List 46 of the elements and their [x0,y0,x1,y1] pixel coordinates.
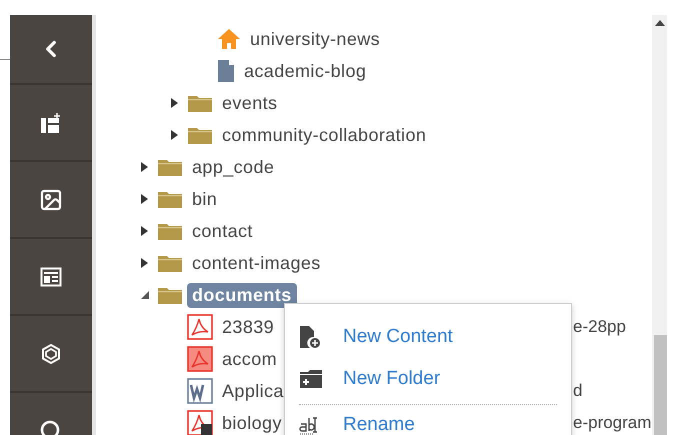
menu-item[interactable]: New Folder [285,358,571,400]
expand-caret-icon[interactable] [141,258,149,268]
form-icon [40,266,62,286]
folder-icon [157,189,183,209]
tree-item[interactable]: university-news [245,26,386,52]
tree-item-tail: d [573,381,582,401]
scrollbar[interactable] [652,15,667,435]
folder-icon [157,157,183,177]
folder-icon [157,221,183,241]
tree-item[interactable]: 23839 [217,314,280,340]
pdf-icon [187,314,213,340]
folder-icon [157,285,183,305]
tree-item-tail: e-28pp [573,317,626,337]
menu-item[interactable]: New Content [285,316,571,358]
scroll-thumb[interactable] [654,335,667,435]
expand-caret-icon[interactable] [141,226,149,236]
menu-item[interactable]: Rename [299,404,557,435]
expand-caret-icon[interactable] [141,162,149,172]
expand-caret-icon[interactable] [141,290,149,300]
folder-icon [187,125,213,145]
expand-caret-icon[interactable] [171,98,179,108]
tree-item[interactable]: events [217,90,282,116]
pdf-icon [187,346,213,372]
tree-item[interactable]: accom [217,346,282,372]
tree-item[interactable]: content-images [187,250,326,276]
new-document-icon [299,325,321,349]
tree-item[interactable]: bin [187,186,222,212]
tree-item-tail: e-program [573,413,652,433]
box-icon [40,342,62,364]
tree-item[interactable]: documents [187,282,297,308]
folder-icon [157,253,183,273]
expand-caret-icon[interactable] [171,130,179,140]
document-icon [217,59,235,83]
add-page-icon [40,112,62,134]
tree-item[interactable]: community-collaboration [217,122,432,148]
image-icon [39,188,63,212]
tree-item[interactable]: academic-blog [239,58,372,84]
tree-item[interactable]: app_code [187,154,280,180]
folder-icon [187,93,213,113]
home-icon [217,28,241,50]
tree-item[interactable]: contact [187,218,258,244]
tree-item[interactable]: biology [217,410,287,435]
scroll-up-icon[interactable] [654,20,664,26]
expand-caret-icon[interactable] [141,194,149,204]
word-icon [187,378,213,404]
new-folder-icon [299,369,323,389]
